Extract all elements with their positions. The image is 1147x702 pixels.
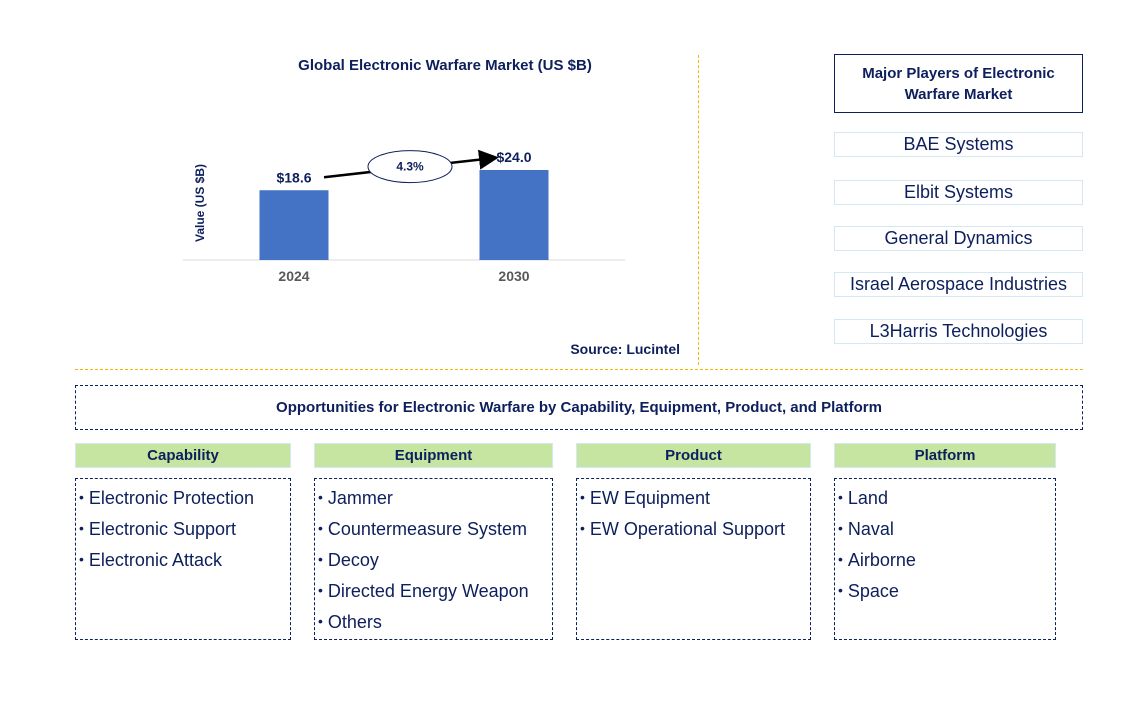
list-item: Others xyxy=(315,606,552,637)
category-header-platform: Platform xyxy=(834,443,1056,468)
list-item: Countermeasure System xyxy=(315,513,552,544)
x-tick-label-2030: 2030 xyxy=(498,268,529,284)
category-header-equipment: Equipment xyxy=(314,443,553,468)
cagr-label: 4.3% xyxy=(396,160,424,174)
bar-2030 xyxy=(479,170,549,260)
list-item: Airborne xyxy=(835,544,1055,575)
player-item: L3Harris Technologies xyxy=(834,319,1083,344)
list-item: Land xyxy=(835,482,1055,513)
bar-chart: $18.6 2024 $24.0 2030 4.3% xyxy=(183,149,625,284)
product-list: EW Equipment EW Operational Support xyxy=(576,478,811,640)
list-item: Space xyxy=(835,575,1055,606)
list-item: EW Equipment xyxy=(577,482,810,513)
x-tick-label-2024: 2024 xyxy=(278,268,309,284)
data-label-2030: $24.0 xyxy=(496,149,531,165)
player-item: Elbit Systems xyxy=(834,180,1083,205)
player-item: General Dynamics xyxy=(834,226,1083,251)
capability-list: Electronic Protection Electronic Support… xyxy=(75,478,291,640)
list-item: Naval xyxy=(835,513,1055,544)
category-header-capability: Capability xyxy=(75,443,291,468)
list-item: Electronic Support xyxy=(76,513,290,544)
platform-list: Land Naval Airborne Space xyxy=(834,478,1056,640)
data-label-2024: $18.6 xyxy=(276,169,311,185)
chart-title: Global Electronic Warfare Market (US $B) xyxy=(298,57,592,74)
list-item: EW Operational Support xyxy=(577,513,810,544)
major-players-title: Major Players of Electronic Warfare Mark… xyxy=(834,54,1083,113)
list-item: Electronic Protection xyxy=(76,482,290,513)
bar-2024 xyxy=(259,190,329,260)
equipment-list: Jammer Countermeasure System Decoy Direc… xyxy=(314,478,553,640)
player-item: BAE Systems xyxy=(834,132,1083,157)
vertical-divider xyxy=(698,55,699,365)
player-item: Israel Aerospace Industries xyxy=(834,272,1083,297)
list-item: Electronic Attack xyxy=(76,544,290,575)
source-note: Source: Lucintel xyxy=(570,341,680,357)
horizontal-divider xyxy=(75,369,1083,370)
opportunities-title: Opportunities for Electronic Warfare by … xyxy=(75,385,1083,430)
category-header-product: Product xyxy=(576,443,811,468)
list-item: Directed Energy Weapon xyxy=(315,575,552,606)
list-item: Decoy xyxy=(315,544,552,575)
list-item: Jammer xyxy=(315,482,552,513)
